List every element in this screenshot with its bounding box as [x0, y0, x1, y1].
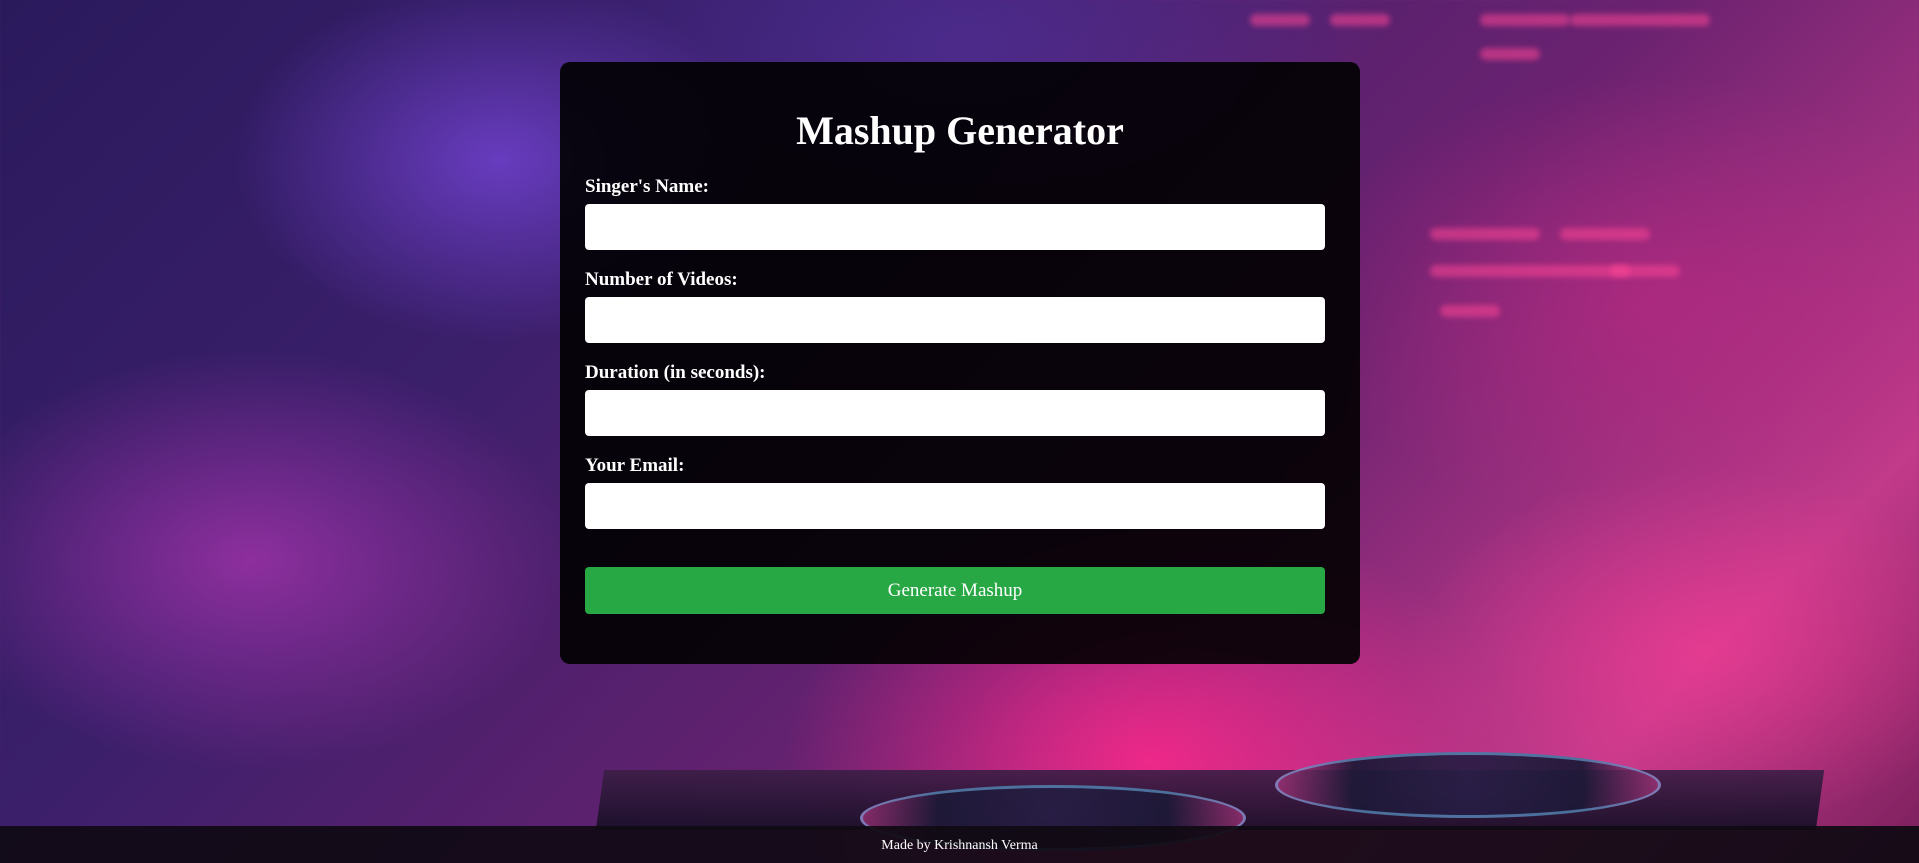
duration-label: Duration (in seconds): [585, 362, 766, 383]
duration-input[interactable] [585, 390, 1325, 436]
generate-mashup-button[interactable]: Generate Mashup [585, 567, 1325, 614]
number-of-videos-input[interactable] [585, 297, 1325, 343]
footer: Made by Krishnansh Verma [0, 826, 1919, 863]
singer-name-input[interactable] [585, 204, 1325, 250]
singer-name-label: Singer's Name: [585, 176, 710, 197]
footer-credit: Made by Krishnansh Verma [881, 838, 1038, 853]
email-input[interactable] [585, 483, 1325, 529]
page-title: Mashup Generator [796, 108, 1124, 153]
email-label: Your Email: [585, 455, 685, 476]
number-of-videos-label: Number of Videos: [585, 269, 738, 290]
mashup-form-card: Mashup Generator Singer's Name: Number o… [560, 62, 1360, 664]
